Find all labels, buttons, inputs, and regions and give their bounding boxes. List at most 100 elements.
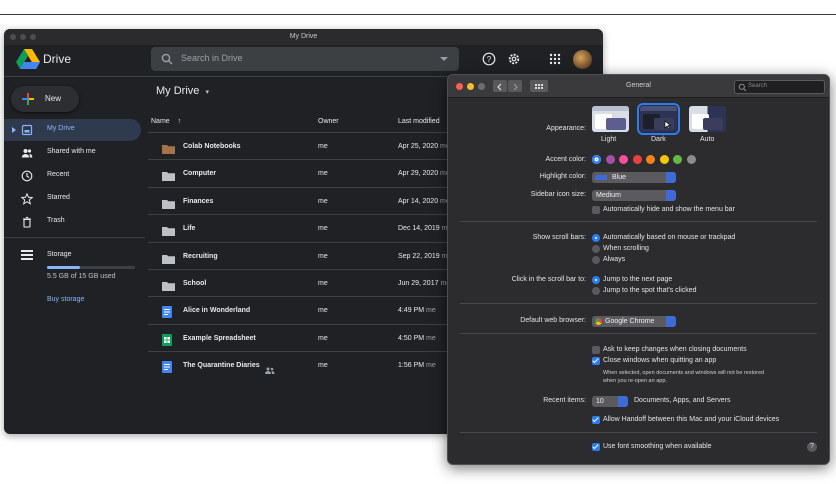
accent-color-swatch[interactable] — [673, 155, 682, 164]
sort-arrow-icon[interactable]: ↑ — [178, 118, 182, 125]
folder-icon — [162, 223, 175, 241]
appearance-light-option[interactable] — [592, 106, 629, 132]
new-button-label: New — [45, 94, 62, 103]
recent-items-popup[interactable]: 10 — [592, 396, 628, 407]
nav-item-starred[interactable]: Starred — [4, 188, 141, 210]
file-modified-date: Apr 25, 2020 — [398, 143, 439, 150]
folder-icon — [162, 168, 175, 186]
font-smoothing-label: Use font smoothing when available — [603, 443, 712, 450]
file-modified-date: Dec 14, 2019 — [398, 225, 440, 233]
folder-icon — [162, 278, 175, 296]
my-drive-icon — [21, 124, 33, 136]
file-last-modified: Apr 25, 2020 me — [398, 143, 450, 150]
jump-to-spot-radio[interactable] — [592, 287, 600, 295]
drive-titlebar: My Drive — [4, 29, 603, 45]
font-smoothing-checkbox[interactable] — [592, 443, 600, 451]
close-window-button[interactable] — [10, 34, 16, 40]
expand-caret-icon[interactable] — [12, 127, 16, 133]
section-divider — [460, 221, 817, 222]
accent-color-swatch[interactable] — [605, 155, 615, 164]
file-modified-date: Apr 29, 2020 — [398, 170, 439, 178]
appearance-dark-option[interactable] — [637, 103, 680, 135]
file-last-modified: Apr 29, 2020 me — [398, 170, 450, 177]
sidebar-icon-size-popup[interactable]: Medium — [592, 190, 676, 201]
show-scroll-bars-label: Show scroll bars: — [532, 234, 586, 241]
minimize-window-button[interactable] — [20, 34, 26, 40]
close-windows-label: Close windows when quitting an app — [603, 357, 717, 364]
account-avatar[interactable] — [573, 50, 592, 69]
file-last-modified: 1:56 PM me — [398, 362, 436, 369]
storage-icon — [21, 250, 33, 260]
accent-color-swatch[interactable] — [686, 155, 696, 164]
accent-color-swatch[interactable] — [619, 155, 628, 164]
popup-stepper-icon — [666, 190, 676, 201]
file-name: Life — [183, 225, 196, 233]
ask-keep-changes-checkbox[interactable] — [592, 346, 600, 354]
settings-gear-icon[interactable] — [507, 52, 521, 66]
nav-label: My Drive — [47, 125, 75, 132]
column-name-label: Name — [151, 118, 170, 125]
highlight-color-label: Highlight color: — [539, 173, 586, 180]
accent-color-swatch[interactable] — [632, 155, 642, 164]
section-divider — [460, 303, 817, 304]
nav-item-trash[interactable]: Trash — [4, 211, 141, 233]
popup-stepper-icon — [666, 172, 676, 183]
file-name: Recruiting — [183, 252, 218, 260]
file-name: Finances — [183, 197, 214, 205]
google-doc-icon — [162, 305, 172, 323]
apps-grid-icon[interactable] — [549, 53, 561, 65]
drive-search-input[interactable]: Search in Drive — [151, 47, 459, 71]
help-icon[interactable]: ? — [482, 52, 496, 66]
popup-stepper-icon — [666, 316, 676, 327]
drive-brand[interactable]: Drive — [43, 52, 71, 66]
highlight-swatch — [595, 175, 607, 180]
column-header-owner[interactable]: Owner — [318, 118, 339, 125]
file-modified-date: 4:49 PM — [398, 307, 425, 315]
accent-color-swatch[interactable] — [646, 155, 655, 164]
highlight-color-popup[interactable]: Blue — [592, 172, 676, 183]
allow-handoff-checkbox[interactable] — [592, 416, 600, 424]
breadcrumb-label: My Drive — [156, 85, 200, 97]
close-windows-note-line-2: when you re-open an app. — [603, 378, 667, 384]
buy-storage-link[interactable]: Buy storage — [47, 296, 84, 303]
column-header-name[interactable]: Name ↑ — [151, 118, 181, 125]
help-button[interactable]: ? — [807, 442, 817, 452]
file-owner: me — [318, 280, 328, 287]
file-last-modified: 4:49 PM me — [398, 307, 436, 314]
default-browser-label: Default web browser: — [520, 317, 586, 324]
breadcrumb[interactable]: My Drive ▾ — [156, 85, 209, 97]
new-button[interactable]: New — [11, 86, 79, 112]
column-header-modified[interactable]: Last modified — [398, 118, 440, 125]
autohide-menubar-label: Automatically hide and show the menu bar — [603, 206, 735, 213]
highlight-color-value: Blue — [612, 174, 627, 181]
accent-color-swatch[interactable] — [592, 155, 601, 164]
autohide-menubar-checkbox[interactable] — [592, 206, 600, 214]
nav-divider — [4, 237, 145, 238]
nav-item-recent[interactable]: Recent — [4, 165, 141, 187]
scroll-always-radio[interactable] — [592, 256, 600, 264]
search-options-icon[interactable] — [440, 57, 448, 63]
clock-icon — [21, 170, 33, 182]
default-browser-popup[interactable]: Google Chrome — [592, 316, 676, 327]
jump-next-page-radio[interactable] — [592, 276, 600, 284]
accent-color-swatch[interactable] — [659, 155, 669, 164]
file-name: Alice in Wonderland — [183, 307, 251, 315]
zoom-window-button[interactable] — [30, 34, 36, 40]
click-scroll-bar-label: Click in the scroll bar to: — [511, 276, 586, 283]
file-modified-date: 1:56 PM — [398, 362, 425, 370]
file-owner: me — [318, 143, 328, 150]
file-name: Computer — [183, 170, 217, 178]
scroll-when-scrolling-radio[interactable] — [592, 245, 600, 253]
prefs-search-input[interactable]: Search — [734, 80, 825, 94]
scroll-auto-radio[interactable] — [592, 234, 600, 242]
ask-keep-changes-label: Ask to keep changes when closing documen… — [603, 346, 747, 353]
file-owner: me — [318, 334, 328, 342]
drive-window-title: My Drive — [289, 33, 318, 40]
nav-item-shared-with-me[interactable]: Shared with me — [4, 142, 141, 164]
google-doc-icon — [162, 360, 172, 378]
nav-item-my-drive[interactable]: My Drive — [4, 119, 141, 141]
nav-label: Shared with me — [47, 148, 96, 155]
appearance-auto-option[interactable] — [689, 106, 726, 132]
file-modified-date: Jun 29, 2017 — [398, 280, 439, 287]
close-windows-checkbox[interactable] — [592, 357, 600, 365]
